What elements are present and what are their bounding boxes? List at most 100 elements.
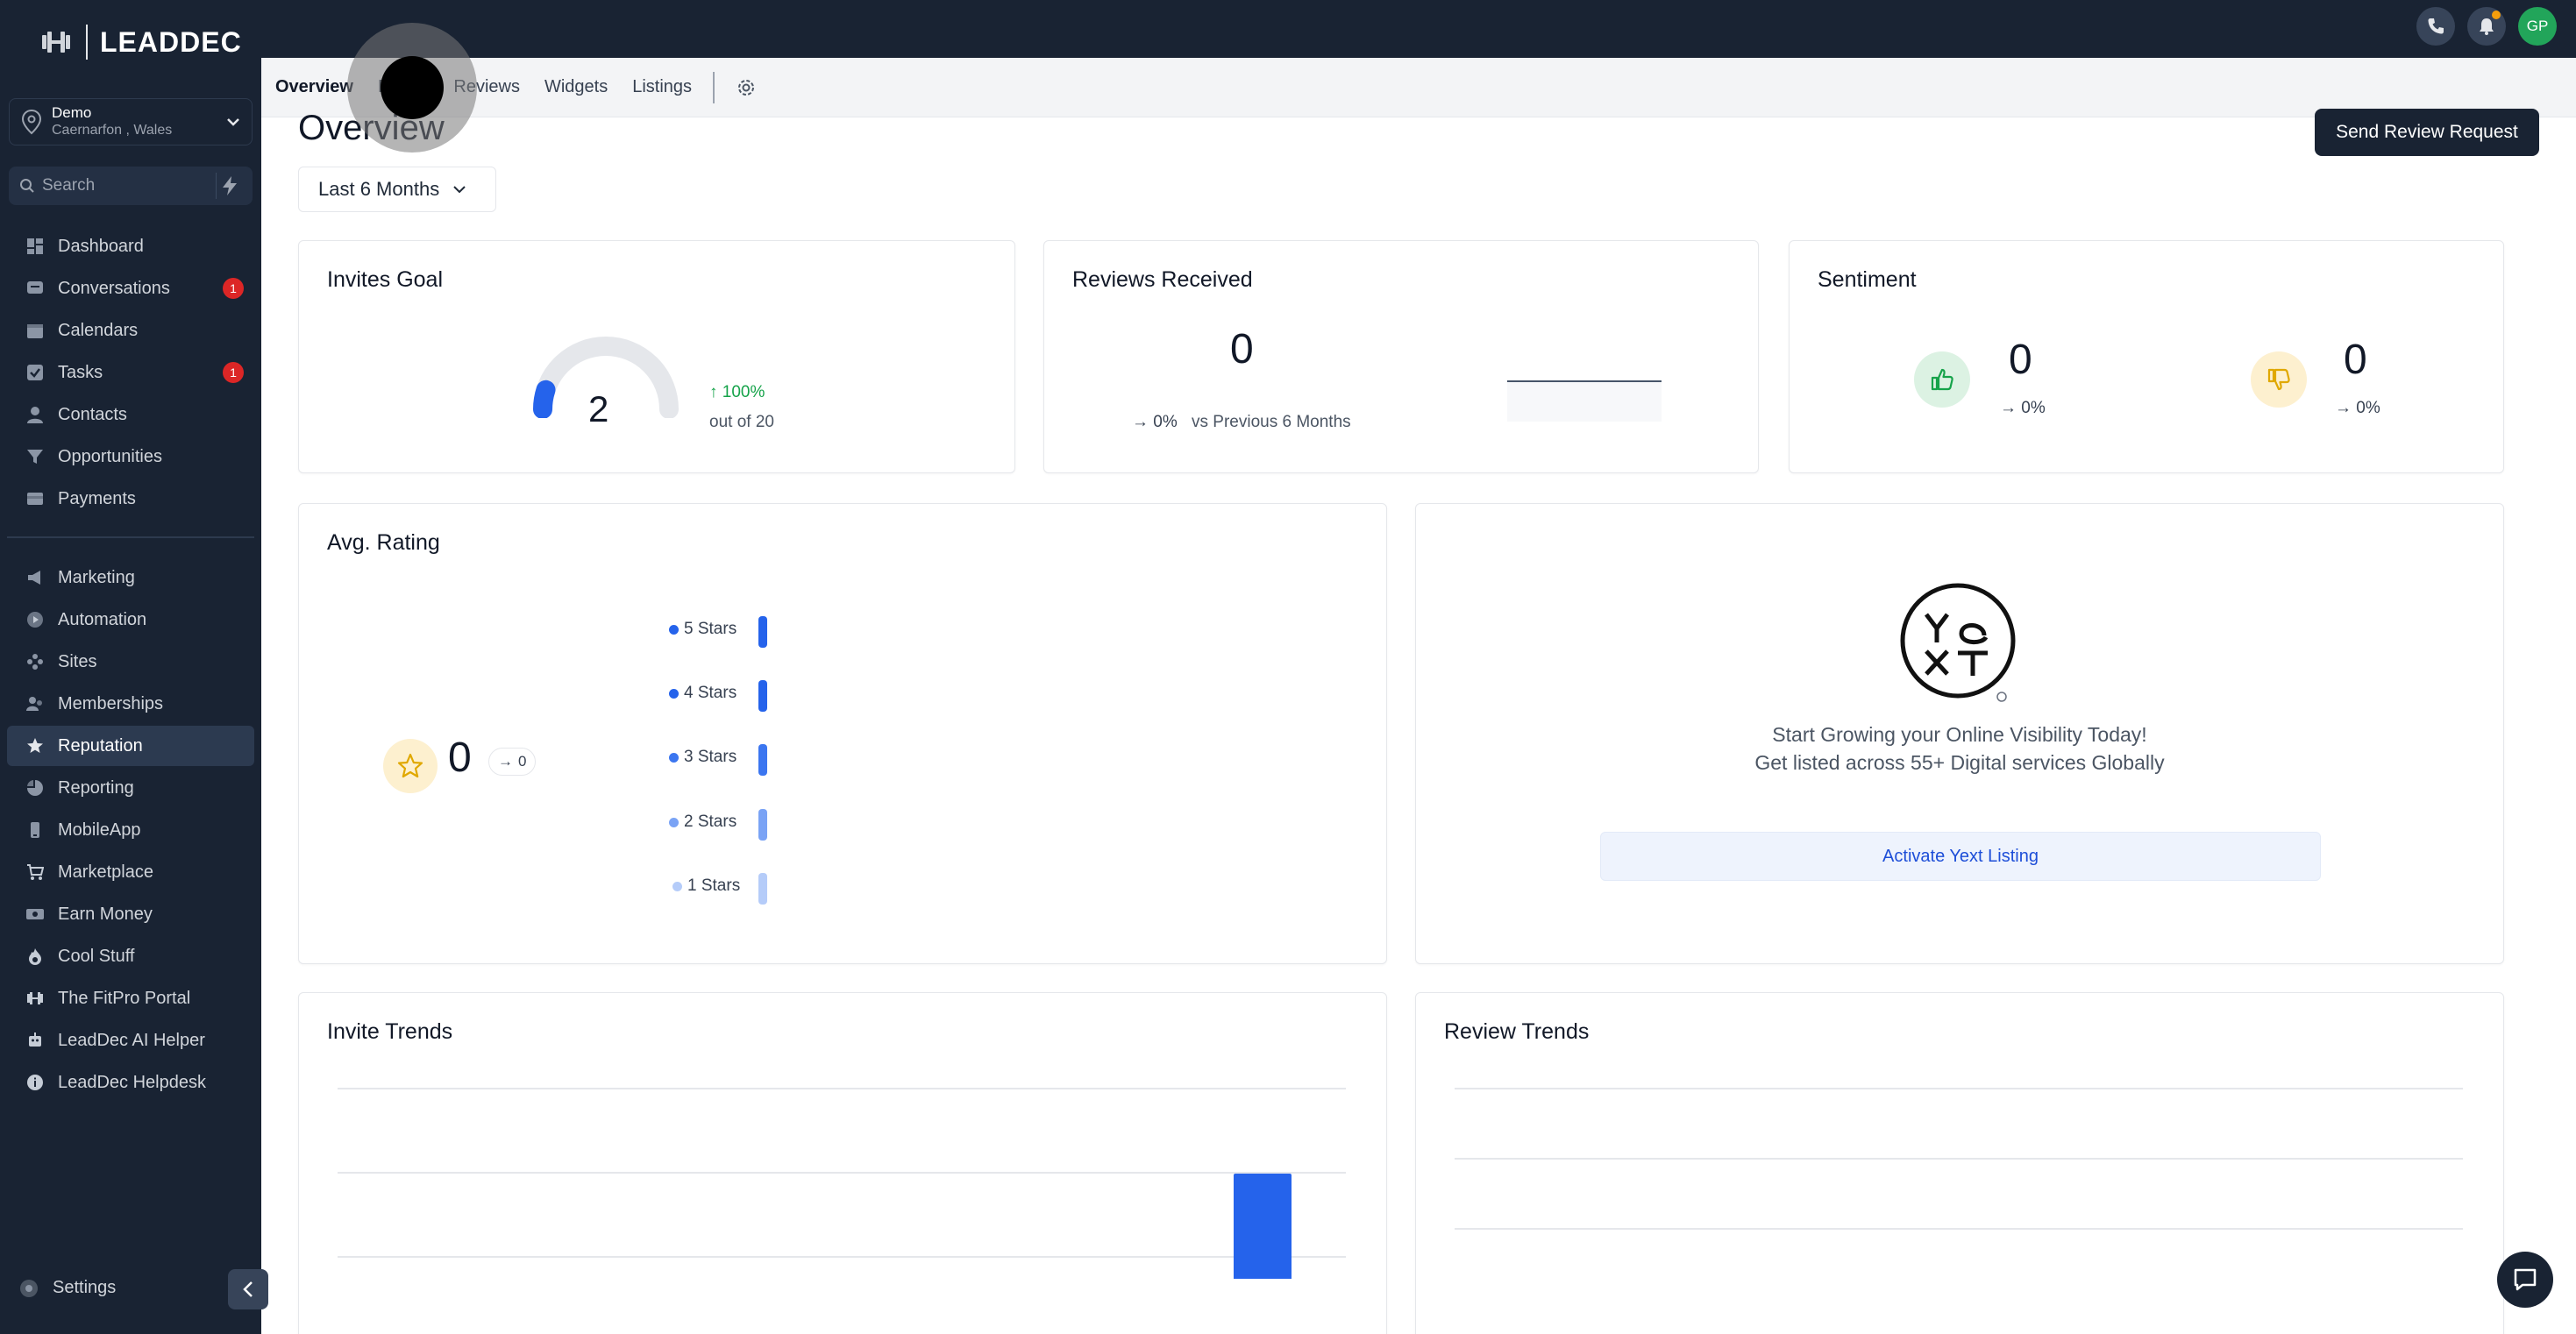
- sidebar-item-label: Reporting: [58, 777, 134, 798]
- sidebar-item-sites[interactable]: Sites: [7, 642, 254, 682]
- members-icon: [26, 695, 44, 713]
- sidebar-search[interactable]: Search: [9, 167, 253, 205]
- sidebar-item-dashboard[interactable]: Dashboard: [7, 226, 254, 266]
- sidebar-item-reputation[interactable]: Reputation: [7, 726, 254, 766]
- sidebar-item-label: Marketplace: [58, 862, 153, 882]
- chevron-down-icon: [453, 186, 466, 194]
- rating-bar-1: [758, 873, 767, 905]
- bell-icon: [2480, 18, 2494, 35]
- sidebar-item-label: LeadDec Helpdesk: [58, 1072, 206, 1092]
- negative-sentiment-change: → 0%: [2335, 399, 2380, 417]
- chat-icon: [26, 280, 44, 297]
- rating-row-1: 1 Stars: [672, 876, 740, 896]
- sidebar-item-label: Dashboard: [58, 236, 144, 256]
- sidebar-item-ai-helper[interactable]: LeadDec AI Helper: [7, 1020, 254, 1061]
- person-icon: [26, 406, 44, 423]
- tab-overview[interactable]: Overview: [275, 77, 353, 97]
- rating-row-2: 2 Stars: [669, 812, 737, 832]
- legend-dot: [669, 752, 679, 763]
- sidebar-item-label: LeadDec AI Helper: [58, 1030, 205, 1050]
- sites-icon: [26, 653, 44, 671]
- chat-bubble-icon: [2514, 1268, 2537, 1291]
- date-range-select[interactable]: Last 6 Months: [298, 167, 496, 212]
- sidebar-item-settings[interactable]: Settings: [19, 1278, 116, 1298]
- sidebar-item-conversations[interactable]: Conversations 1: [7, 268, 254, 309]
- reviews-sparkline: [1507, 380, 1662, 422]
- invites-goal-title: Invites Goal: [327, 267, 444, 292]
- tab-divider: [713, 71, 715, 103]
- check-icon: [26, 364, 44, 381]
- negative-sentiment-value: 0: [2344, 337, 2367, 383]
- sidebar-item-label: Conversations: [58, 278, 170, 298]
- chart-gridline: [338, 1256, 1346, 1258]
- sidebar-item-cool-stuff[interactable]: Cool Stuff: [7, 936, 254, 976]
- rating-bar-5: [758, 616, 767, 648]
- send-review-request-button[interactable]: Send Review Request: [2315, 109, 2539, 156]
- chart-gridline: [1455, 1088, 2463, 1089]
- sidebar-item-automation[interactable]: Automation: [7, 600, 254, 640]
- sidebar-item-helpdesk[interactable]: LeadDec Helpdesk: [7, 1062, 254, 1103]
- sidebar-item-tasks[interactable]: Tasks 1: [7, 352, 254, 393]
- arrow-up-icon: ↑: [709, 383, 722, 401]
- sidebar-item-calendars[interactable]: Calendars: [7, 310, 254, 351]
- activate-yext-listing-button[interactable]: Activate Yext Listing: [1600, 832, 2321, 881]
- dumbbell-icon: [26, 990, 44, 1007]
- brand-name: LEADDEC: [100, 25, 242, 58]
- sidebar-item-label: MobileApp: [58, 820, 141, 840]
- notifications-button[interactable]: [2467, 7, 2506, 46]
- sidebar: LEADDEC Demo Caernarfon , Wales Search D…: [0, 0, 261, 1334]
- quick-actions-button[interactable]: [216, 173, 242, 199]
- sidebar-item-mobileapp[interactable]: MobileApp: [7, 810, 254, 850]
- sidebar-item-contacts[interactable]: Contacts: [7, 394, 254, 435]
- settings-icon: [20, 1279, 38, 1297]
- collapse-sidebar-button[interactable]: [228, 1269, 268, 1309]
- rating-row-5: 5 Stars: [669, 620, 737, 639]
- rating-bar-4: [758, 680, 767, 712]
- sidebar-item-memberships[interactable]: Memberships: [7, 684, 254, 724]
- sidebar-item-label: Tasks: [58, 362, 103, 382]
- sidebar-item-marketing[interactable]: Marketing: [7, 557, 254, 598]
- sidebar-item-label: The FitPro Portal: [58, 988, 191, 1008]
- sidebar-item-earn-money[interactable]: Earn Money: [7, 894, 254, 934]
- phone-call-icon: [2428, 18, 2444, 34]
- sidebar-item-marketplace[interactable]: Marketplace: [7, 852, 254, 892]
- calendar-icon: [26, 322, 44, 339]
- sidebar-item-payments[interactable]: Payments: [7, 479, 254, 519]
- funnel-icon: [26, 448, 44, 465]
- positive-sentiment-value: 0: [2009, 337, 2032, 383]
- yext-headline: Start Growing your Online Visibility Tod…: [1772, 723, 2147, 746]
- legend-dot: [672, 881, 682, 891]
- unread-badge: 1: [223, 278, 244, 299]
- chat-widget-button[interactable]: [2497, 1252, 2553, 1308]
- rating-bar-2: [758, 809, 767, 841]
- dashboard-icon: [26, 238, 44, 255]
- sidebar-nav-primary: Dashboard Conversations 1 Calendars Task…: [7, 226, 254, 521]
- search-input[interactable]: Search: [42, 176, 216, 195]
- location-switcher[interactable]: Demo Caernarfon , Wales: [9, 98, 253, 145]
- tasks-badge: 1: [223, 362, 244, 383]
- chart-gridline: [1455, 1228, 2463, 1230]
- positive-sentiment-change: → 0%: [2000, 399, 2046, 417]
- star-icon: [26, 737, 44, 755]
- brand-logo[interactable]: LEADDEC: [39, 25, 242, 60]
- invites-goal-percent: ↑ 100%: [709, 383, 765, 401]
- tab-listings[interactable]: Listings: [632, 77, 692, 97]
- sidebar-item-label: Automation: [58, 609, 147, 629]
- sidebar-item-fitpro-portal[interactable]: The FitPro Portal: [7, 978, 254, 1018]
- tab-widgets[interactable]: Widgets: [544, 77, 608, 97]
- phone-button[interactable]: [2416, 7, 2455, 46]
- sidebar-item-reporting[interactable]: Reporting: [7, 768, 254, 808]
- reviews-received-change: → 0%: [1132, 413, 1178, 431]
- avg-rating-change: → 0: [488, 748, 537, 776]
- avg-rating-title: Avg. Rating: [327, 530, 440, 555]
- arrow-right-icon: →: [2000, 399, 2022, 417]
- arrow-right-icon: →: [2335, 399, 2357, 417]
- search-icon: [20, 179, 34, 193]
- sidebar-item-label: Cool Stuff: [58, 946, 135, 966]
- avg-rating-card: Avg. Rating 0 → 0 5 Stars 4 Stars 3 Stars…: [298, 503, 1387, 964]
- sidebar-item-opportunities[interactable]: Opportunities: [7, 436, 254, 477]
- legend-dot: [669, 817, 679, 827]
- gear-icon[interactable]: [736, 77, 757, 98]
- thumbs-up-icon: [1914, 351, 1970, 408]
- user-avatar[interactable]: GP: [2518, 7, 2557, 46]
